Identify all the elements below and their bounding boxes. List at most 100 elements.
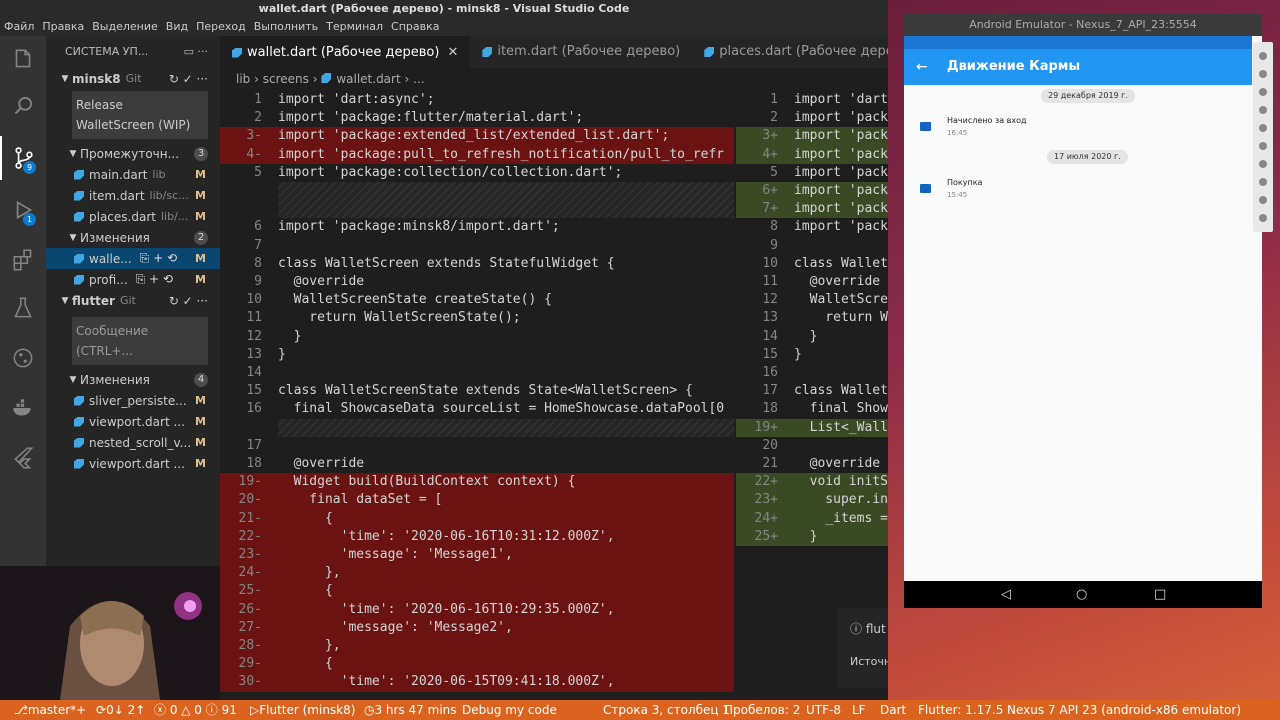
code-line[interactable]: 21 @override — [736, 455, 888, 473]
home-icon[interactable]: ○ — [1076, 581, 1087, 608]
breadcrumb-item[interactable]: wallet.dart — [336, 72, 400, 86]
list-item[interactable]: sliver_persiste... M — [46, 390, 220, 411]
code-line[interactable]: 12 WalletScre — [736, 291, 888, 309]
rotate-left-icon[interactable] — [1259, 106, 1267, 114]
code-line[interactable]: 11 @override — [736, 273, 888, 291]
code-line[interactable]: 25+ } — [736, 527, 888, 546]
time-tracker[interactable]: ◷ 3 hrs 47 mins — [364, 700, 457, 720]
code-line[interactable]: 19- Widget build(BuildContext context) { — [220, 473, 734, 492]
branch-indicator[interactable]: ⎇ master*+ — [14, 700, 86, 720]
menu-run[interactable]: Выполнить — [250, 18, 322, 36]
code-line[interactable]: 14 } — [736, 328, 888, 346]
commit-message-input[interactable]: Release WalletScreen (WIP) — [72, 91, 208, 139]
list-item[interactable]: viewport.dart ... M — [46, 411, 220, 432]
list-item[interactable]: nested_scroll_v... M — [46, 432, 220, 453]
code-line[interactable]: 9 @override — [220, 273, 734, 291]
encoding[interactable]: UTF-8 — [806, 700, 841, 720]
zoom-icon[interactable] — [1259, 160, 1267, 168]
eol[interactable]: LF — [852, 700, 866, 720]
code-line[interactable]: 10 class Wallet — [736, 255, 888, 273]
menu-selection[interactable]: Выделение — [88, 18, 162, 36]
menu-view[interactable]: Вид — [162, 18, 192, 36]
back-arrow-icon[interactable]: ← — [916, 49, 928, 85]
repo-minsk8[interactable]: ▼ minsk8 Git ↻ ✓ ··· — [46, 68, 220, 89]
rotate-right-icon[interactable] — [1259, 124, 1267, 132]
menu-help[interactable]: Справка — [387, 18, 443, 36]
list-item[interactable]: item.dart lib/sc... M — [46, 185, 220, 206]
repo-flutter[interactable]: ▼ flutter Git ↻ ✓ ··· — [46, 290, 220, 311]
menu-file[interactable]: Файл — [0, 18, 38, 36]
back-icon[interactable]: ◁ — [1001, 581, 1011, 608]
volume-down-icon[interactable] — [1259, 88, 1267, 96]
commit-message-input[interactable]: Сообщение (CTRL+... — [72, 317, 208, 365]
tab-item[interactable]: item.dart (Рабочее дерево) — [470, 36, 692, 68]
code-line[interactable]: 5 import 'pack — [736, 164, 888, 182]
back-icon[interactable] — [1259, 178, 1267, 186]
code-line[interactable]: 17 — [220, 437, 734, 455]
code-line[interactable]: 22- 'time': '2020-06-16T10:31:12.000Z', — [220, 527, 734, 546]
extensions-button[interactable] — [0, 238, 46, 282]
code-line[interactable]: 29- { — [220, 655, 734, 674]
debug-button[interactable]: 1 — [0, 188, 46, 232]
explorer-button[interactable] — [0, 38, 46, 82]
power-icon[interactable] — [1259, 52, 1267, 60]
problems-indicator[interactable]: ⓧ 0 △ 0 ⓘ 91 — [154, 700, 237, 720]
code-line[interactable]: 28- }, — [220, 637, 734, 656]
changes-group[interactable]: ▼ Изменения 4 — [46, 369, 220, 390]
source-control-button[interactable]: 9 — [0, 136, 46, 180]
sync-indicator[interactable]: ⟳ 0↓ 2↑ — [96, 700, 145, 720]
code-line[interactable]: 2 import 'pack — [736, 109, 888, 127]
breadcrumb-item[interactable]: screens — [263, 72, 309, 86]
home-icon[interactable] — [1259, 196, 1267, 204]
code-line[interactable]: 2 import 'package:flutter/material.dart'; — [220, 109, 734, 127]
staged-group[interactable]: ▼ Промежуточн... 3 — [46, 143, 220, 164]
code-line[interactable]: 9 — [736, 237, 888, 255]
flutter-button[interactable] — [0, 436, 46, 480]
code-line[interactable]: 6 import 'package:minsk8/import.dart'; — [220, 218, 734, 236]
list-item[interactable]: main.dart lib M — [46, 164, 220, 185]
code-line[interactable]: 13} — [220, 346, 734, 364]
tab-wallet[interactable]: wallet.dart (Рабочее дерево) ✕ — [220, 36, 471, 68]
menu-terminal[interactable]: Терминал — [322, 18, 387, 36]
list-item[interactable]: walle... ⎘ + ⟲ M — [46, 248, 220, 269]
code-line[interactable]: 3+ import 'pack — [736, 127, 888, 146]
indentation[interactable]: Пробелов: 2 — [724, 700, 800, 720]
code-line[interactable]: 21- { — [220, 509, 734, 528]
recents-icon[interactable]: □ — [1154, 581, 1166, 608]
code-line[interactable]: 22+ void initS — [736, 473, 888, 492]
repo-actions-icon[interactable]: ↻ ✓ ··· — [169, 294, 208, 308]
list-item[interactable]: viewport.dart ... M — [46, 453, 220, 474]
list-item[interactable]: profi... ⎘ + ⟲ M — [46, 269, 220, 290]
code-line[interactable]: 18 @override — [220, 455, 734, 473]
code-line[interactable]: 8 class WalletScreen extends StatefulWidg… — [220, 255, 734, 273]
code-line[interactable]: 7+ import 'pack — [736, 200, 888, 219]
file-actions-icon[interactable]: ⎘ + ⟲ — [136, 272, 173, 287]
testing-button[interactable] — [0, 286, 46, 330]
more-icon[interactable]: ▭ ··· — [184, 36, 208, 68]
code-line[interactable]: 20- final dataSet = [ — [220, 491, 734, 510]
launch-config[interactable]: ▷ Flutter (minsk8) — [250, 700, 355, 720]
code-line[interactable]: 11 return WalletScreenState(); — [220, 309, 734, 327]
camera-icon[interactable] — [1259, 142, 1267, 150]
emulator-screen[interactable]: ← Движение Кармы 29 декабря 2019 г. Начи… — [904, 36, 1262, 608]
code-line[interactable]: 24+ _items = — [736, 509, 888, 528]
code-line[interactable]: 5 import 'package:collection/collection.d… — [220, 164, 734, 182]
code-line[interactable]: 12 } — [220, 328, 734, 346]
code-line[interactable]: 15} — [736, 346, 888, 364]
code-line[interactable]: 25- { — [220, 582, 734, 601]
file-actions-icon[interactable]: ⎘ + ⟲ — [140, 251, 177, 266]
code-line[interactable]: 3- import 'package:extended_list/extended… — [220, 127, 734, 146]
code-line[interactable]: 1 import 'dart:async'; — [220, 91, 734, 109]
changes-group[interactable]: ▼ Изменения 2 — [46, 227, 220, 248]
git-graph-button[interactable] — [0, 336, 46, 380]
flutter-version[interactable]: Flutter: 1.17.5 — [918, 700, 1003, 720]
language-mode[interactable]: Dart — [880, 700, 906, 720]
code-line[interactable]: 13 return W — [736, 309, 888, 327]
code-line[interactable]: 10 WalletScreenState createState() { — [220, 291, 734, 309]
code-line[interactable]: 16 — [736, 364, 888, 382]
menu-go[interactable]: Переход — [192, 18, 250, 36]
code-line[interactable]: 17 class Wallet — [736, 382, 888, 400]
code-line[interactable]: 23- 'message': 'Message1', — [220, 546, 734, 565]
code-line[interactable]: 15 class WalletScreenState extends State<… — [220, 382, 734, 400]
breadcrumb-item[interactable]: lib — [236, 72, 250, 86]
